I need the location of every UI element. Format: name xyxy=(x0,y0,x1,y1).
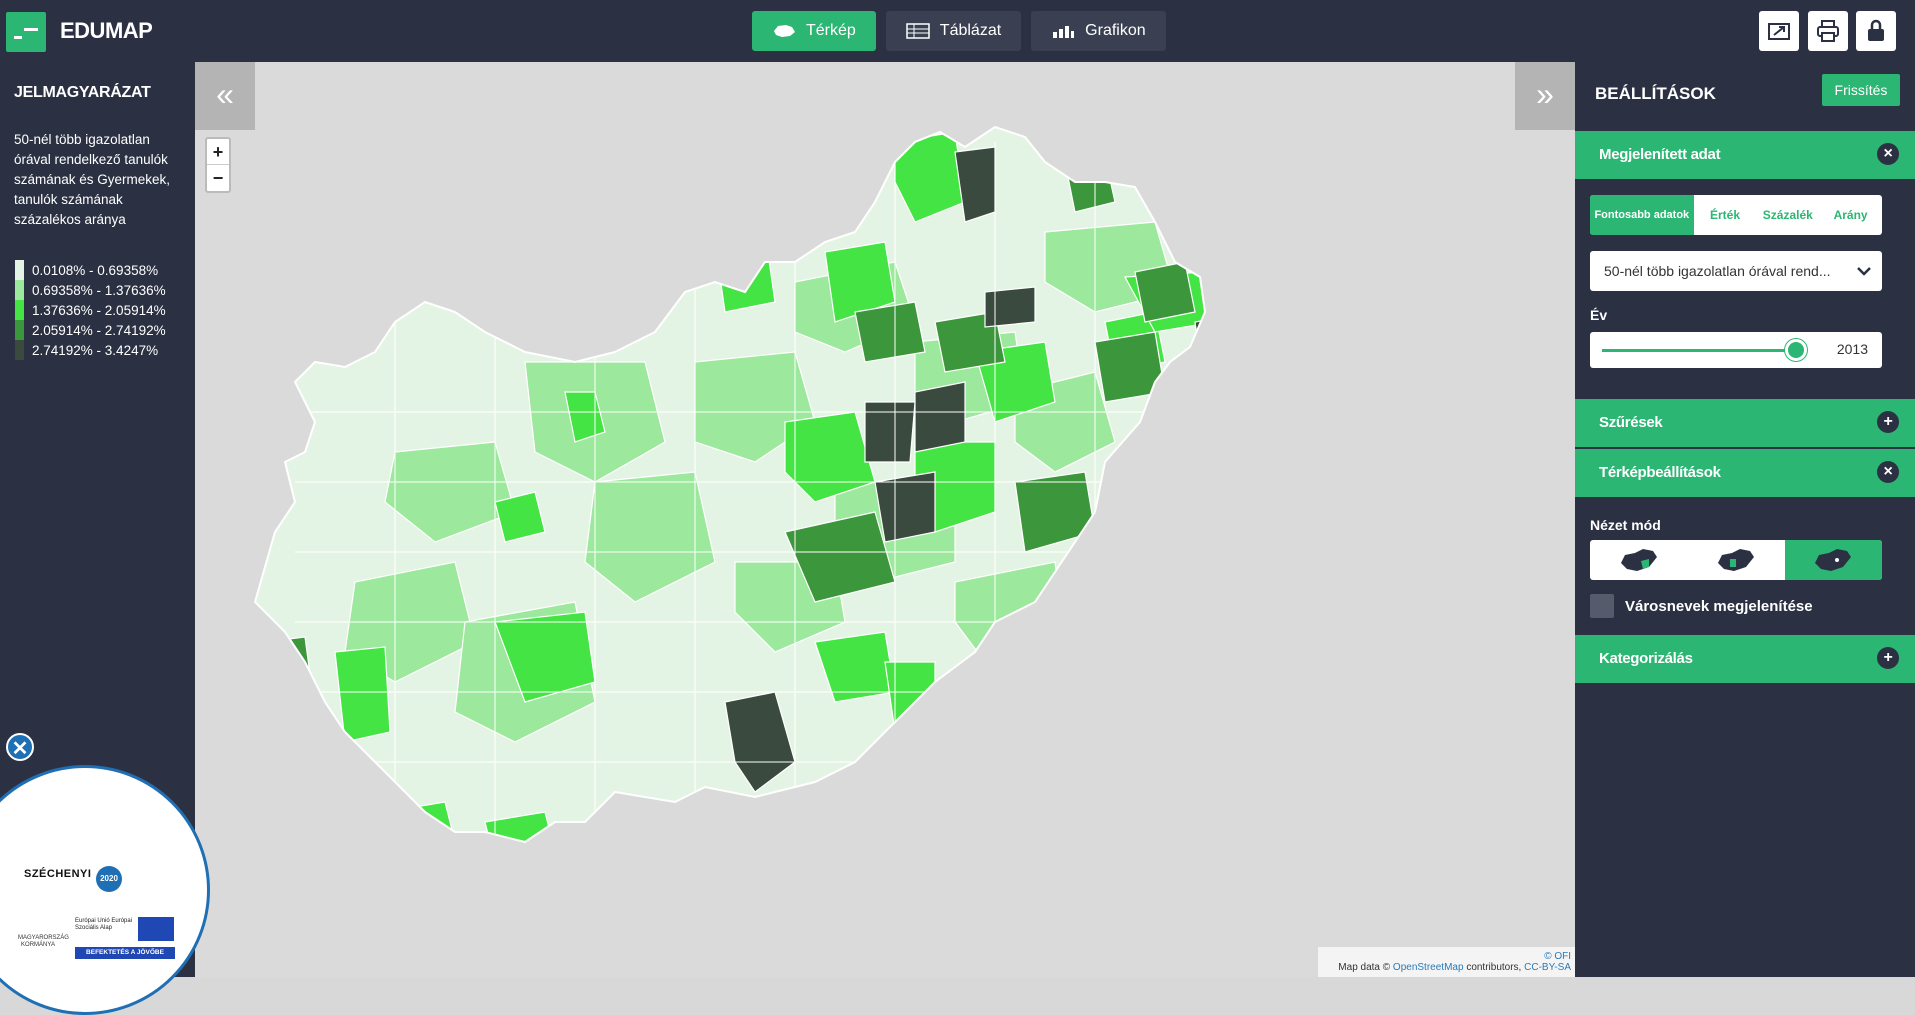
city-names-checkbox[interactable] xyxy=(1590,594,1614,618)
lock-icon xyxy=(1868,19,1884,41)
tab-table-label: Táblázat xyxy=(939,22,1002,39)
bar-chart-icon xyxy=(1053,26,1075,38)
section-map-settings[interactable]: Térképbeállítások × xyxy=(1575,449,1915,497)
top-bar: EDUMAP Térkép Táblázat Grafikon xyxy=(0,0,1915,62)
collapse-right-button[interactable]: » xyxy=(1515,62,1575,130)
chevron-down-icon xyxy=(1857,267,1871,276)
section-map-settings-label: Térképbeállítások xyxy=(1599,464,1721,481)
tab-table[interactable]: Táblázat xyxy=(885,11,1022,51)
legend-item-label: 1.37636% - 2.05914% xyxy=(32,302,166,318)
section-filters-label: Szűrések xyxy=(1599,414,1663,431)
subtab-ratio[interactable]: Arány xyxy=(1819,195,1882,235)
map-attribution: © OFI Map data © OpenStreetMap contribut… xyxy=(1318,947,1575,977)
section-displayed-data[interactable]: Megjelenített adat × xyxy=(1575,131,1915,179)
szechenyi-label: SZÉCHENYI xyxy=(24,868,92,880)
legend-description: 50-nél több igazolatlan órával rendelkez… xyxy=(14,132,171,227)
year-label: Év xyxy=(1590,307,1608,323)
view-mode-toggle xyxy=(1590,540,1882,580)
legend-list: 0.0108% - 0.69358% 0.69358% - 1.37636% 1… xyxy=(15,260,166,360)
tab-map[interactable]: Térkép xyxy=(752,11,876,51)
subtab-value[interactable]: Érték xyxy=(1694,195,1757,235)
attribution-osm-line: Map data © OpenStreetMap contributors, C… xyxy=(1318,962,1571,973)
lock-button[interactable] xyxy=(1856,11,1896,51)
section-displayed-data-label: Megjelenített adat xyxy=(1599,146,1721,163)
legend-swatch xyxy=(15,260,24,280)
view-mode-option-active[interactable] xyxy=(1784,540,1882,580)
eu-fund-label: Európai Unió Európai Szociális Alap xyxy=(75,918,133,931)
osm-link[interactable]: OpenStreetMap xyxy=(1393,962,1464,973)
slider-fill xyxy=(1602,349,1796,352)
print-icon xyxy=(1817,20,1839,42)
legend-title: JELMAGYARÁZAT xyxy=(14,84,151,101)
plus-icon[interactable]: + xyxy=(1877,411,1899,433)
hungary-choropleth[interactable] xyxy=(195,62,1575,977)
table-icon xyxy=(906,23,930,39)
map-icon xyxy=(774,25,795,37)
legend-item-label: 0.69358% - 1.37636% xyxy=(32,282,166,298)
legend-item: 0.69358% - 1.37636% xyxy=(15,280,166,300)
legend-item-label: 2.05914% - 2.74192% xyxy=(32,322,166,338)
app-title[interactable]: EDUMAP xyxy=(60,18,153,44)
city-names-label[interactable]: Városnevek megjelenítése xyxy=(1625,598,1813,615)
settings-panel: BEÁLLÍTÁSOK Frissítés Megjelenített adat… xyxy=(1575,62,1915,977)
map-canvas[interactable] xyxy=(195,62,1575,977)
view-mode-option[interactable] xyxy=(1687,540,1784,580)
eu-flag-icon xyxy=(138,917,174,941)
plus-icon[interactable]: + xyxy=(1877,647,1899,669)
subtab-main-data[interactable]: Fontosabb adatok xyxy=(1590,195,1694,235)
close-badge-button[interactable]: ✕ xyxy=(6,733,34,761)
export-button[interactable] xyxy=(1759,11,1799,51)
export-icon xyxy=(1768,23,1790,40)
print-button[interactable] xyxy=(1808,11,1848,51)
subtab-percent[interactable]: Százalék xyxy=(1756,195,1819,235)
legend-item-label: 0.0108% - 0.69358% xyxy=(32,262,159,278)
invest-slogan: BEFEKTETÉS A JÖVŐBE xyxy=(75,947,175,959)
tab-chart-label: Grafikon xyxy=(1085,22,1146,39)
legend-swatch xyxy=(15,340,24,360)
szechenyi-2020-logo: 2020 xyxy=(96,866,122,892)
legend-item: 1.37636% - 2.05914% xyxy=(15,300,166,320)
attribution-mid: contributors, xyxy=(1466,962,1522,973)
zoom-in-button[interactable]: + xyxy=(207,139,229,165)
zoom-out-button[interactable]: − xyxy=(207,165,229,191)
legend-swatch xyxy=(15,300,24,320)
year-value: 2013 xyxy=(1836,341,1868,357)
edumap-logo-icon[interactable] xyxy=(6,12,46,52)
indicator-select[interactable]: 50-nél több igazolatlan órával rend... xyxy=(1590,251,1882,291)
legend-swatch xyxy=(15,320,24,340)
data-subtabs: Fontosabb adatok Érték Százalék Arány xyxy=(1590,195,1882,235)
tab-map-label: Térkép xyxy=(806,22,856,39)
government-label: MAGYARORSZÁG KORMÁNYA xyxy=(18,935,69,948)
view-tabs: Térkép Táblázat Grafikon xyxy=(752,11,1166,51)
legend-item: 2.05914% - 2.74192% xyxy=(15,320,166,340)
legend-item: 2.74192% - 3.4247% xyxy=(15,340,166,360)
collapse-left-button[interactable]: « xyxy=(195,62,255,130)
settings-title: BEÁLLÍTÁSOK xyxy=(1595,84,1716,103)
slider-handle[interactable] xyxy=(1785,339,1807,361)
indicator-select-value: 50-nél több igazolatlan órával rend... xyxy=(1604,263,1831,279)
tab-chart[interactable]: Grafikon xyxy=(1031,11,1166,51)
legend-item: 0.0108% - 0.69358% xyxy=(15,260,166,280)
hungary-map-icon xyxy=(1815,549,1852,571)
ofi-link[interactable]: © OFI xyxy=(1544,951,1571,962)
view-mode-option[interactable] xyxy=(1590,540,1687,580)
close-icon[interactable]: × xyxy=(1877,143,1899,165)
close-icon[interactable]: × xyxy=(1877,461,1899,483)
section-filters[interactable]: Szűrések + xyxy=(1575,399,1915,447)
zoom-control: + − xyxy=(205,137,231,193)
section-categorization[interactable]: Kategorizálás + xyxy=(1575,635,1915,683)
legend-swatch xyxy=(15,280,24,300)
license-link[interactable]: CC-BY-SA xyxy=(1524,962,1571,973)
legend-item-label: 2.74192% - 3.4247% xyxy=(32,342,159,358)
refresh-button[interactable]: Frissítés xyxy=(1822,74,1900,106)
view-mode-label: Nézet mód xyxy=(1590,517,1661,533)
attribution-prefix: Map data © xyxy=(1338,962,1391,973)
attribution-ofi[interactable]: © OFI xyxy=(1318,951,1571,962)
year-slider[interactable]: 2013 xyxy=(1590,332,1882,368)
section-categorization-label: Kategorizálás xyxy=(1599,650,1693,667)
hungary-map-icon xyxy=(1620,549,1657,571)
hungary-map-icon xyxy=(1717,549,1754,571)
